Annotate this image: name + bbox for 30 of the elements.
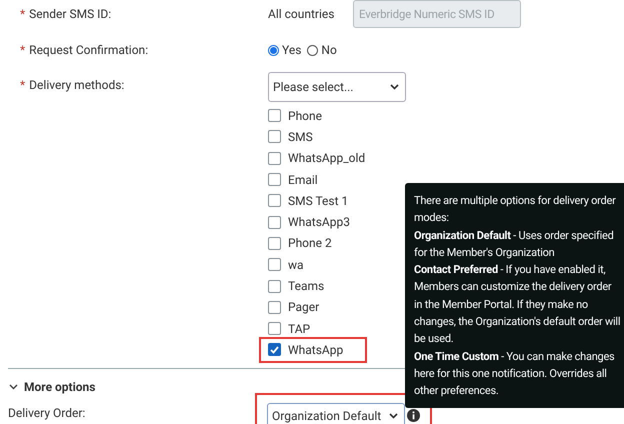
required-mark: * xyxy=(20,6,26,23)
required-mark: * xyxy=(20,77,26,94)
tooltip-text: One Time Custom - You can make changes here for this one notification. Overrides all other preferences. xyxy=(414,348,616,400)
checkbox-label: SMS Test 1 xyxy=(288,192,348,210)
radio-option[interactable]: No xyxy=(307,41,337,59)
checkbox-label: WhatsApp_old xyxy=(288,150,366,168)
checkbox-label: WhatsApp3 xyxy=(288,214,350,232)
required-mark: * xyxy=(20,42,26,59)
checkbox-label: Phone xyxy=(288,108,322,125)
checkbox-label: SMS xyxy=(288,128,313,146)
checkbox-label: TAP xyxy=(288,320,310,338)
scope-text: All countries xyxy=(268,6,336,23)
checkbox-label: Email xyxy=(288,172,318,189)
field-label: Delivery methods: xyxy=(29,77,124,94)
checkbox-label: WhatsApp xyxy=(288,342,344,359)
select-dropdown[interactable]: Organization Default xyxy=(267,402,405,424)
checkbox-label: Teams xyxy=(288,278,324,296)
tooltip-text: Organization Default - Uses order specified for the Member's Organization xyxy=(414,228,615,261)
tooltip-text: Contact Preferred - If you have enabled it, Members can customize the delivery order in the Member Portal. If they make no changes, the Organization's default order will be used. xyxy=(414,262,621,348)
sms-id-field[interactable]: Everbridge Numeric SMS ID xyxy=(353,0,521,28)
field-label: Delivery Order: xyxy=(8,404,86,422)
field-label: Request Confirmation: xyxy=(29,42,148,59)
checkbox-label: Pager xyxy=(288,299,320,316)
checkbox-label: wa xyxy=(288,256,304,274)
tooltip-text: There are multiple options for delivery order modes: xyxy=(414,193,617,226)
field-label: Sender SMS ID: xyxy=(29,6,112,23)
section-toggle[interactable]: More options xyxy=(24,378,96,396)
select-dropdown[interactable]: Please select... xyxy=(268,72,406,102)
radio-option[interactable]: Yes xyxy=(268,41,302,59)
checkbox-label: Phone 2 xyxy=(288,235,332,252)
